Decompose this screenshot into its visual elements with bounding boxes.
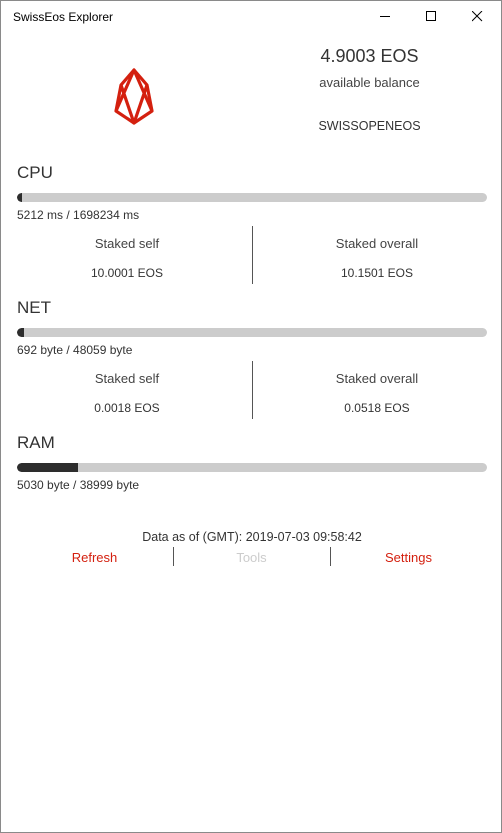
footer-divider <box>330 547 331 566</box>
app-window: SwissEos Explorer 4.9003 EOS available b… <box>0 0 502 833</box>
cpu-staked-overall-label: Staked overall <box>335 236 419 251</box>
net-staked-overall-value: 0.0518 EOS <box>344 401 410 415</box>
cpu-usage-text: 5212 ms / 1698234 ms <box>17 208 140 222</box>
title-bar[interactable]: SwissEos Explorer <box>1 1 501 32</box>
data-timestamp: Data as of (GMT): 2019-07-03 09:58:42 <box>142 530 362 544</box>
close-icon <box>472 11 483 22</box>
close-button[interactable] <box>455 1 501 32</box>
balance-amount: 4.9003 EOS <box>320 46 419 66</box>
net-divider <box>252 361 253 419</box>
ram-title: RAM <box>17 433 55 452</box>
ram-usage-fill <box>17 463 78 472</box>
account-name: SWISSOPENEOS <box>318 119 421 133</box>
cpu-staked-overall-value: 10.1501 EOS <box>340 266 414 280</box>
cpu-title: CPU <box>17 163 53 182</box>
footer-divider <box>173 547 174 566</box>
cpu-staked-self-value: 10.0001 EOS <box>90 266 164 280</box>
cpu-staked-self-label: Staked self <box>94 236 160 251</box>
settings-link[interactable]: Settings <box>355 550 462 565</box>
net-staked-self-value: 0.0018 EOS <box>94 401 160 415</box>
net-title: NET <box>17 298 51 317</box>
ram-usage-text: 5030 byte / 38999 byte <box>17 478 140 492</box>
net-staked-self-label: Staked self <box>94 371 160 386</box>
minimize-button[interactable] <box>363 1 409 32</box>
minimize-icon <box>380 16 390 17</box>
net-staked-overall-label: Staked overall <box>335 371 419 386</box>
balance-label: available balance <box>319 75 420 90</box>
net-usage-text: 692 byte / 48059 byte <box>17 343 133 357</box>
cpu-usage-fill <box>17 193 22 202</box>
net-usage-bar <box>17 328 487 337</box>
eos-logo-icon <box>114 68 154 125</box>
ram-usage-bar <box>17 463 487 472</box>
tools-link[interactable]: Tools <box>198 550 305 565</box>
net-usage-fill <box>17 328 24 337</box>
window-title: SwissEos Explorer <box>13 10 114 24</box>
refresh-link[interactable]: Refresh <box>41 550 148 565</box>
maximize-icon <box>426 11 436 21</box>
cpu-usage-bar <box>17 193 487 202</box>
maximize-button[interactable] <box>409 1 455 32</box>
cpu-divider <box>252 226 253 284</box>
